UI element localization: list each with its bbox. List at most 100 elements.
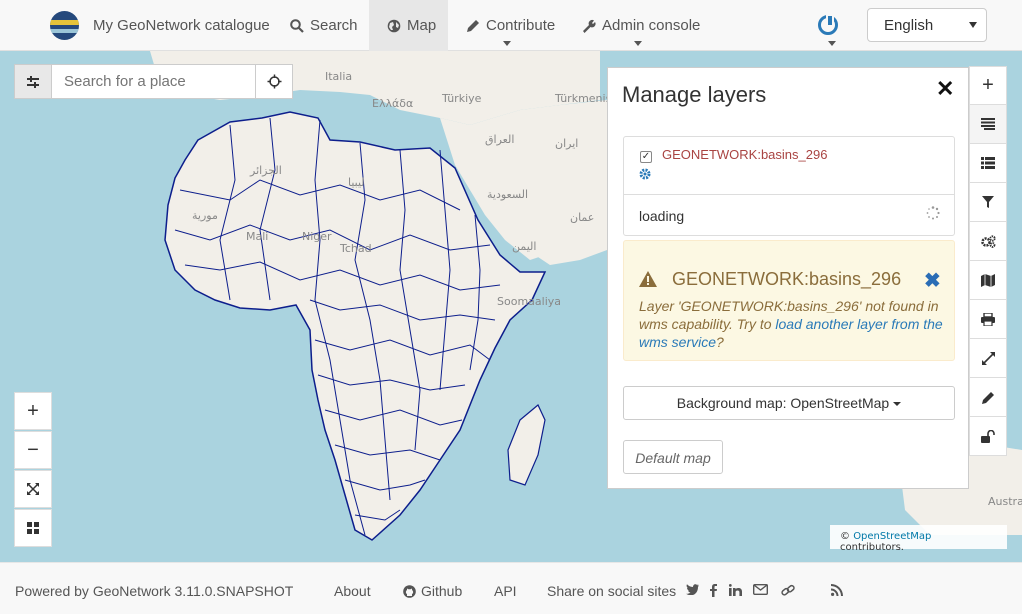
place-search-input[interactable] — [52, 64, 256, 99]
powered-by-link[interactable]: Powered by GeoNetwork 3.11.0.SNAPSHOT — [15, 583, 293, 599]
layer-name[interactable]: GEONETWORK:basins_296 — [662, 147, 827, 162]
map-label: السعودية — [487, 188, 528, 201]
layers-toggle-button[interactable] — [14, 64, 52, 99]
warning-text-2: ? — [716, 334, 724, 350]
map-label: العراق — [485, 133, 514, 146]
about-link[interactable]: About — [334, 583, 371, 599]
facebook-icon — [710, 584, 717, 597]
linkedin-icon — [729, 584, 742, 596]
print-icon — [981, 312, 995, 326]
cogs-icon — [980, 234, 996, 248]
map-label: مورية — [192, 209, 218, 222]
share-label: Share on social sites — [547, 583, 677, 599]
warning-message: Layer 'GEONETWORK:basins_296' not found … — [639, 297, 944, 351]
close-icon[interactable]: ✕ — [936, 76, 954, 102]
attribution-suffix: contributors. — [840, 542, 904, 553]
rss-link[interactable] — [831, 584, 843, 596]
nav-search-label: Search — [310, 17, 358, 34]
github-link[interactable]: Github — [403, 583, 462, 599]
locate-button[interactable] — [256, 64, 293, 99]
nav-contribute[interactable]: Contribute — [448, 0, 566, 51]
lock-button[interactable] — [969, 417, 1007, 456]
about-label: About — [334, 583, 371, 599]
linkedin-link[interactable] — [729, 584, 742, 596]
fullscreen-button[interactable] — [969, 339, 1007, 378]
nav-map-label: Map — [407, 17, 437, 34]
nav-search[interactable]: Search — [270, 0, 369, 51]
map-viewport[interactable]: Italia Ελλάδα Türkiye Türkmenis العراق ا… — [0, 51, 1022, 562]
map-label: Italia — [325, 70, 352, 83]
annotations-button[interactable] — [969, 378, 1007, 417]
map-label: ليبيا — [348, 176, 365, 189]
print-button[interactable] — [969, 300, 1007, 339]
map-icon — [981, 273, 995, 287]
plus-icon: + — [982, 74, 994, 96]
globe-icon — [387, 19, 401, 32]
map-label: Tchad — [339, 242, 372, 255]
madagascar-land — [507, 404, 546, 486]
layer-warning-alert: GEONETWORK:basins_296 ✖ Layer 'GEONETWOR… — [623, 240, 955, 361]
map-label: Türkmenis — [554, 92, 612, 105]
chevron-down-icon — [828, 41, 836, 46]
nav-map[interactable]: Map — [369, 0, 448, 51]
dismiss-icon[interactable]: ✖ — [924, 268, 941, 293]
processes-button[interactable] — [969, 222, 1007, 261]
map-label: Türkiye — [441, 92, 482, 105]
map-attribution: © OpenStreetMap contributors. — [830, 525, 1007, 553]
power-icon[interactable] — [818, 14, 838, 35]
chevron-down-icon — [503, 41, 511, 46]
brand-link[interactable]: My GeoNetwork catalogue — [93, 17, 270, 34]
page-footer: Powered by GeoNetwork 3.11.0.SNAPSHOT Ab… — [0, 562, 1022, 614]
zoom-in-button[interactable]: + — [14, 392, 52, 430]
add-layer-button[interactable]: + — [969, 66, 1007, 105]
map-tools-toolbar: + — [969, 66, 1007, 456]
openstreetmap-link[interactable]: OpenStreetMap — [853, 531, 931, 542]
zoom-extent-button[interactable] — [14, 470, 52, 508]
permalink-link[interactable] — [781, 584, 795, 597]
chevron-down-icon — [634, 41, 642, 46]
map-label: Niger — [302, 230, 332, 243]
manage-layers-panel: Manage layers ✕ ✓ GEONETWORK:basins_296 … — [607, 67, 969, 489]
unlock-icon — [981, 429, 995, 443]
api-link[interactable]: API — [494, 583, 517, 599]
layer-visibility-checkbox[interactable]: ✓ — [640, 151, 652, 163]
grid-icon — [27, 522, 39, 534]
filter-button[interactable] — [969, 183, 1007, 222]
warning-icon — [639, 271, 657, 287]
manage-layers-button[interactable] — [969, 105, 1007, 144]
crosshair-icon — [267, 74, 281, 89]
gear-icon[interactable] — [639, 168, 651, 180]
geonetwork-logo[interactable] — [50, 11, 79, 40]
expand-icon — [981, 351, 995, 365]
default-map-button[interactable]: Default map — [623, 440, 723, 474]
map-label: اليمن — [512, 240, 536, 253]
nav-admin-console[interactable]: Admin console — [566, 0, 710, 51]
background-map-button[interactable]: Background map: OpenStreetMap — [623, 386, 955, 420]
chevron-down-icon — [969, 22, 977, 28]
loading-text: loading — [639, 208, 685, 224]
language-select[interactable]: English — [867, 8, 987, 42]
zoom-out-button[interactable]: − — [14, 431, 52, 469]
map-label: الجزائر — [249, 164, 282, 177]
envelope-icon — [753, 584, 768, 595]
nav-admin-label: Admin console — [602, 17, 701, 34]
minus-icon: − — [27, 438, 39, 461]
github-icon — [403, 584, 416, 598]
layer-item: ✓ GEONETWORK:basins_296 — [624, 137, 954, 195]
rss-icon — [831, 584, 843, 596]
map-label: Ελλάδα — [372, 97, 413, 110]
pencil-icon — [467, 19, 479, 32]
layer-list-button[interactable] — [969, 144, 1007, 183]
map-contexts-button[interactable] — [969, 261, 1007, 300]
map-label: Austra — [988, 495, 1022, 508]
api-label: API — [494, 583, 517, 599]
pencil-icon — [981, 391, 994, 404]
github-label: Github — [421, 583, 463, 599]
powered-by-text: Powered by GeoNetwork 3.11.0.SNAPSHOT — [15, 583, 294, 599]
plus-icon: + — [27, 399, 39, 422]
map-label: ایران — [555, 137, 578, 150]
grid-view-button[interactable] — [14, 509, 52, 547]
email-link[interactable] — [753, 584, 768, 595]
facebook-link[interactable] — [710, 584, 717, 597]
twitter-link[interactable] — [686, 584, 699, 595]
